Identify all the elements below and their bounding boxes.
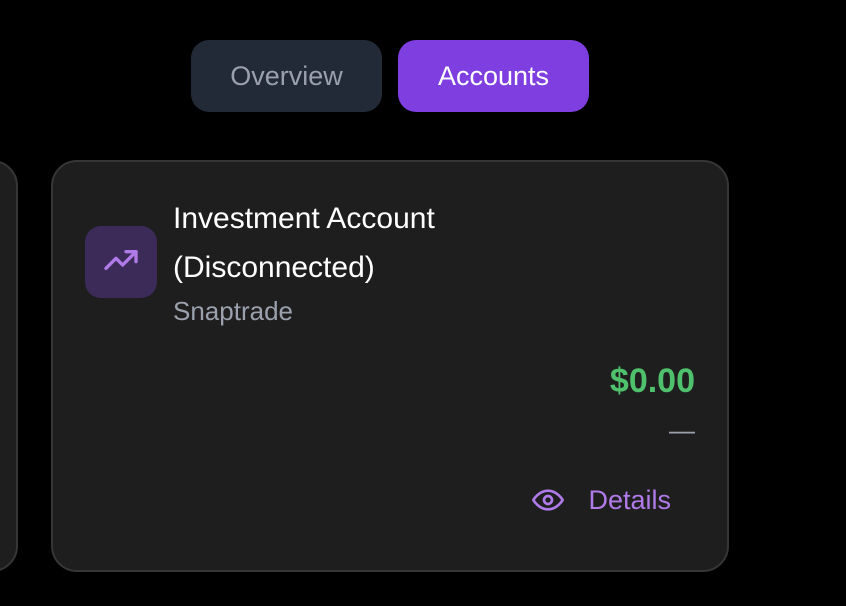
tab-overview-label: Overview — [230, 60, 343, 91]
account-card[interactable]: Investment Account (Disconnected) Snaptr… — [51, 160, 729, 572]
accounts-screen: Overview Accounts Investment Account (Di… — [0, 0, 846, 606]
tab-accounts-label: Accounts — [437, 60, 550, 91]
account-type-icon-tile — [85, 226, 157, 298]
account-provider: Snaptrade — [173, 296, 293, 326]
tab-accounts[interactable]: Accounts — [398, 40, 589, 112]
details-label: Details — [588, 484, 671, 515]
account-title: Investment Account (Disconnected) — [173, 202, 435, 284]
tab-overview[interactable]: Overview — [191, 40, 382, 112]
details-button[interactable]: Details — [532, 484, 671, 516]
tab-bar: Overview Accounts — [191, 40, 589, 112]
trending-up-icon — [101, 240, 141, 285]
account-change: — — [669, 415, 695, 445]
account-balance: $0.00 — [609, 362, 695, 400]
eye-icon — [532, 484, 565, 516]
previous-account-card[interactable] — [0, 160, 18, 572]
